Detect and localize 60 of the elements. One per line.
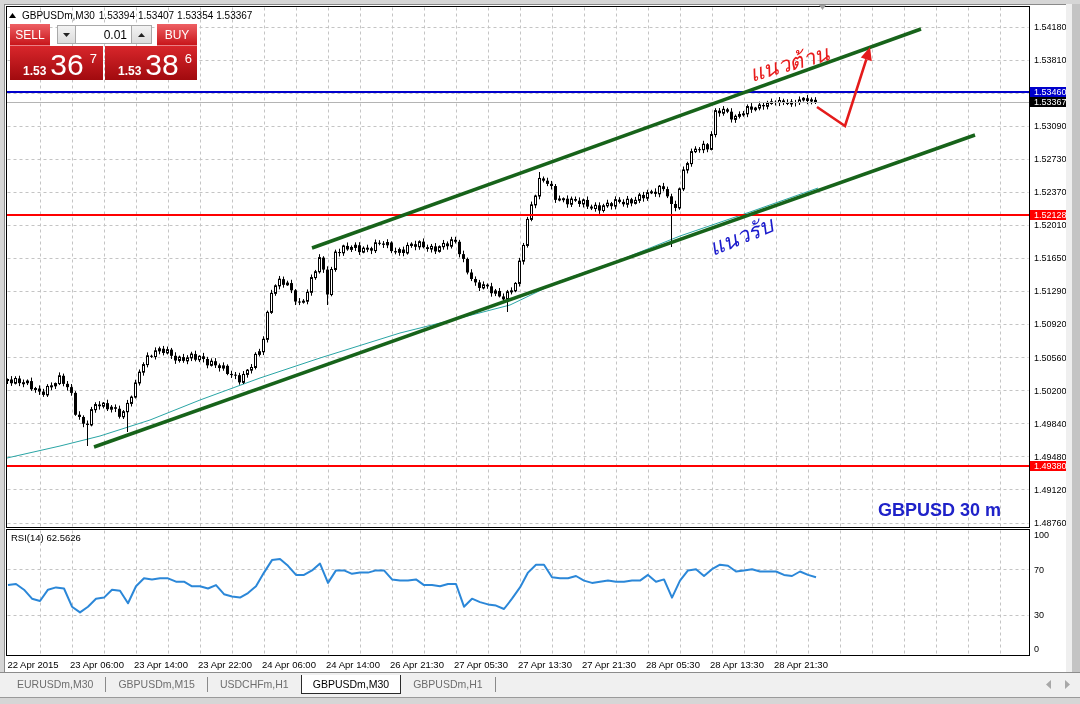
time-axis-label: 24 Apr 06:00 (262, 659, 316, 670)
price-tag: 1.49380 (1030, 461, 1066, 472)
price-axis-label: 1.51650 (1034, 253, 1066, 264)
symbol-label: GBPUSDm,M30 (22, 9, 95, 21)
price-axis-label: 1.54180 (1034, 21, 1066, 32)
time-axis-label: 28 Apr 05:30 (646, 659, 700, 670)
axis-label: 0 (1034, 644, 1039, 654)
price-value: 1.53367 (216, 9, 253, 21)
price-axis-label: 1.49480 (1034, 451, 1066, 462)
tab[interactable]: GBPUSDm,M15 (106, 675, 207, 694)
price-axis-label: 1.51290 (1034, 286, 1066, 297)
time-axis-label: 23 Apr 06:00 (70, 659, 124, 670)
price-axis-label: 1.49840 (1034, 418, 1066, 429)
chart-caption: GBPUSD 30 m (878, 500, 1002, 520)
price-axis-label: 1.50920 (1034, 319, 1066, 330)
indicator-value: 62.5626 (46, 532, 81, 543)
axis-label: 30 (1034, 609, 1044, 620)
tab[interactable]: EURUSDm,M30 (5, 675, 106, 694)
price-axis-label: 1.53810 (1034, 54, 1066, 65)
price-axis-label: 1.53090 (1034, 121, 1066, 131)
resistance-label: แนวต้าน (746, 40, 833, 87)
price-tag: 1.52128 (1030, 210, 1066, 221)
time-axis-label: 23 Apr 14:00 (134, 659, 188, 670)
time-axis-label: 27 Apr 05:30 (454, 659, 508, 670)
time-axis-label: 27 Apr 21:30 (582, 659, 636, 670)
tab[interactable]: USDCHFm,H1 (207, 675, 301, 694)
price-axis-label: 1.50560 (1034, 352, 1066, 363)
lot-size-field[interactable]: 0.01 (76, 25, 131, 44)
axis-label: 70 (1034, 564, 1044, 575)
price-axis-label: 1.52730 (1034, 154, 1066, 165)
sell-button[interactable]: SELL (10, 24, 50, 46)
triangle-icon[interactable] (819, 5, 826, 10)
decrement-button[interactable] (57, 25, 76, 44)
price-axis-label: 1.52370 (1034, 187, 1066, 198)
price-axis-label: 1.50200 (1034, 385, 1066, 396)
time-axis-label: 26 Apr 21:30 (390, 659, 444, 670)
price-axis-label: 1.48760 (1034, 517, 1066, 528)
price-value: 1.53394 (98, 9, 135, 21)
series-label: RSI(14) (11, 532, 44, 543)
time-axis-label: 24 Apr 14:00 (326, 659, 380, 670)
time-axis-label: 22 Apr 2015 (7, 659, 59, 670)
buy-button[interactable]: BUY (157, 24, 197, 46)
support-label: แนวรับ (705, 212, 777, 261)
price-value: 1.53354 (177, 9, 214, 21)
caret-up-icon (138, 32, 145, 37)
increment-button[interactable] (131, 25, 152, 44)
caret-down-icon (63, 32, 70, 37)
time-axis-label: 23 Apr 22:00 (198, 659, 252, 670)
price-tag: 1.53460 (1030, 87, 1066, 98)
price-tag: 1.53367 (1030, 97, 1066, 108)
time-axis-label: 28 Apr 21:30 (774, 659, 828, 670)
tab[interactable]: GBPUSDm,H1 (401, 675, 495, 694)
time-axis-label: 27 Apr 13:30 (518, 659, 572, 670)
tab[interactable]: GBPUSDm,M30 (300, 675, 402, 694)
price-axis-label: 1.49120 (1034, 484, 1066, 495)
axis-label: 100 (1034, 530, 1050, 541)
price-axis-label: 1.52010 (1034, 220, 1066, 231)
time-axis-label: 28 Apr 13:30 (710, 659, 764, 670)
price-value: 1.53407 (137, 9, 175, 21)
triangle-icon[interactable] (9, 12, 16, 18)
